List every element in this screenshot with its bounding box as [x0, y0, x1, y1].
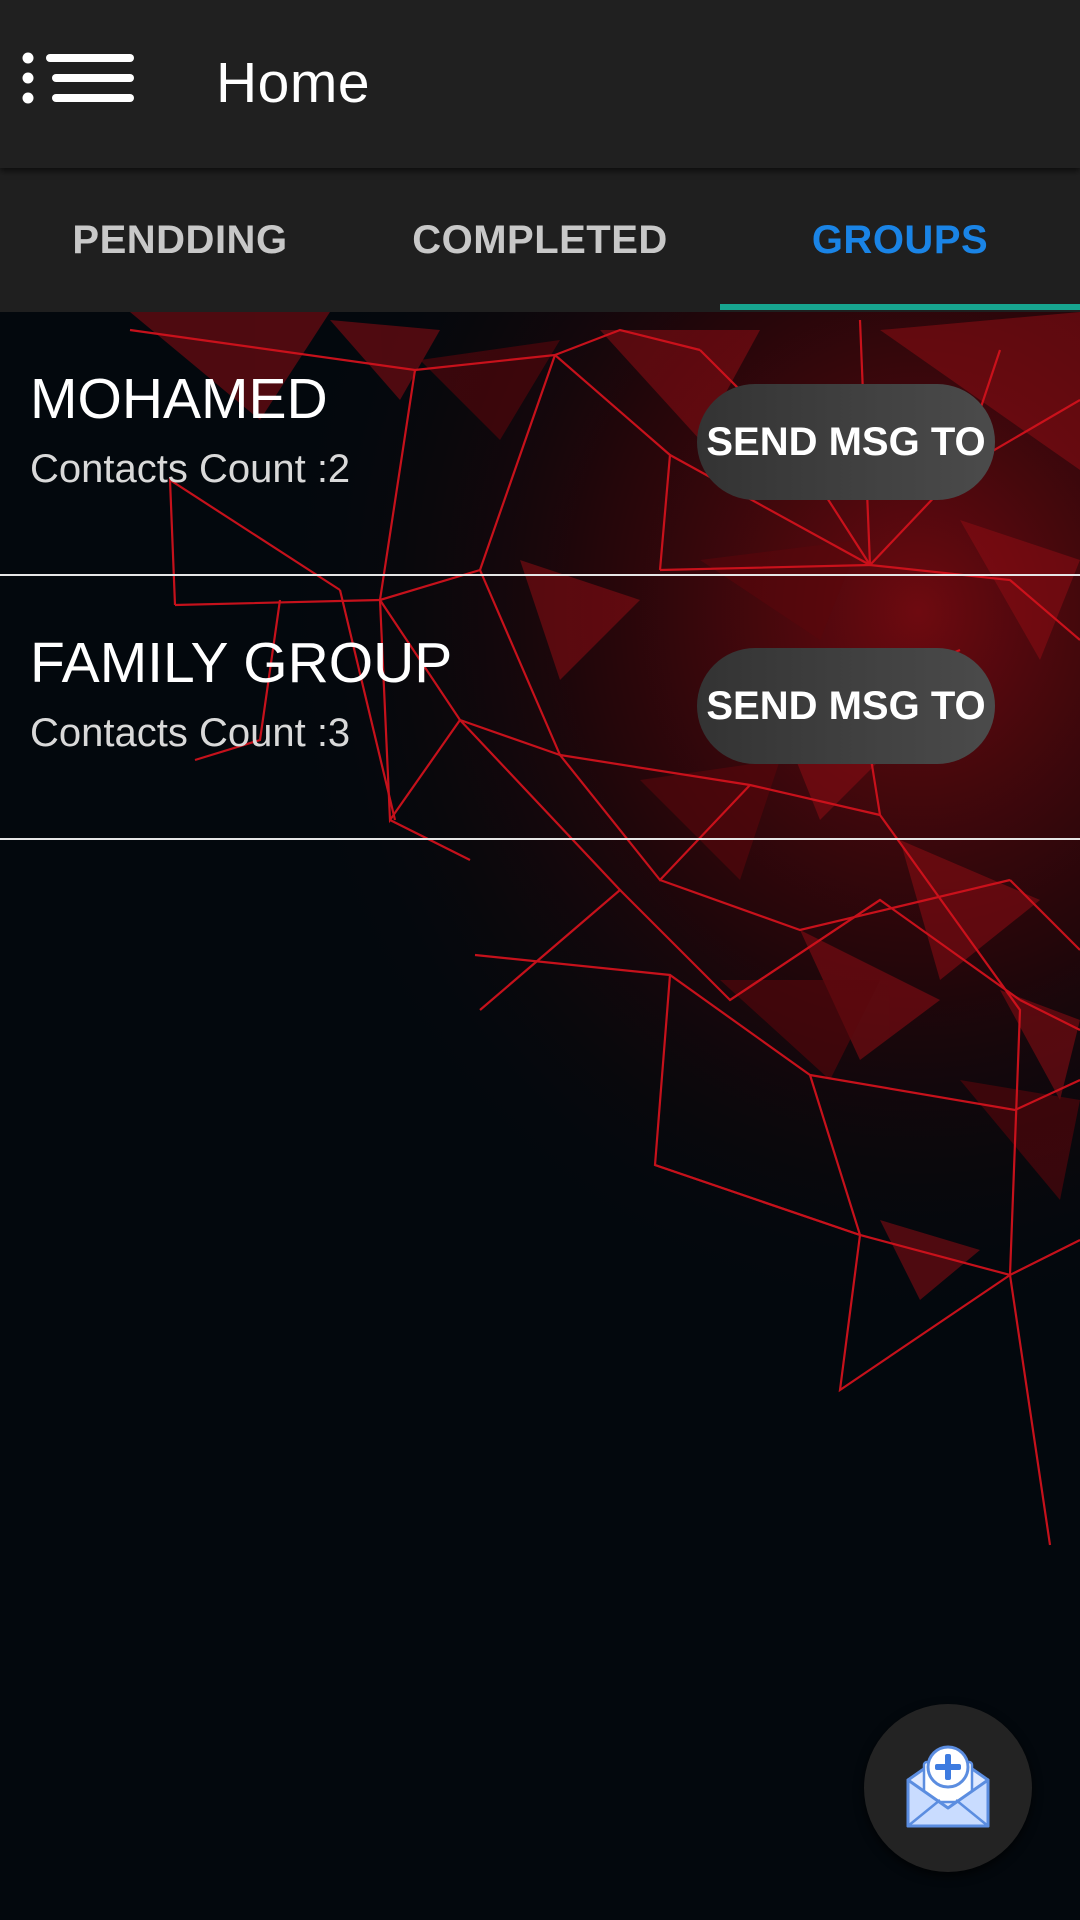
tab-bar: PENDDING COMPLETED GROUPS — [0, 168, 1080, 312]
screen: Home PENDDING COMPLETED GROUPS MOHAMED C… — [0, 0, 1080, 1920]
tab-groups[interactable]: GROUPS — [720, 168, 1080, 312]
group-name: FAMILY GROUP — [30, 631, 453, 695]
new-message-fab[interactable] — [864, 1704, 1032, 1872]
envelope-plus-icon — [906, 1745, 990, 1828]
group-name: MOHAMED — [30, 367, 328, 431]
group-list: MOHAMED Contacts Count :2 SEND MSG TO FA… — [0, 312, 1080, 840]
active-tab-indicator — [720, 304, 1080, 310]
list-item[interactable]: FAMILY GROUP Contacts Count :3 SEND MSG … — [0, 576, 1080, 840]
page-title: Home — [216, 51, 371, 115]
list-item[interactable]: MOHAMED Contacts Count :2 SEND MSG TO — [0, 312, 1080, 576]
send-msg-to-button[interactable]: SEND MSG TO — [697, 384, 995, 500]
contacts-count: Contacts Count :2 — [30, 447, 351, 491]
send-msg-to-button[interactable]: SEND MSG TO — [697, 648, 995, 764]
contacts-count: Contacts Count :3 — [30, 711, 351, 755]
app-bar: Home — [0, 0, 1080, 168]
menu-list-icon — [22, 52, 134, 104]
tab-completed[interactable]: COMPLETED — [360, 168, 720, 312]
tab-pendding[interactable]: PENDDING — [0, 168, 360, 312]
menu-button[interactable] — [14, 40, 144, 120]
